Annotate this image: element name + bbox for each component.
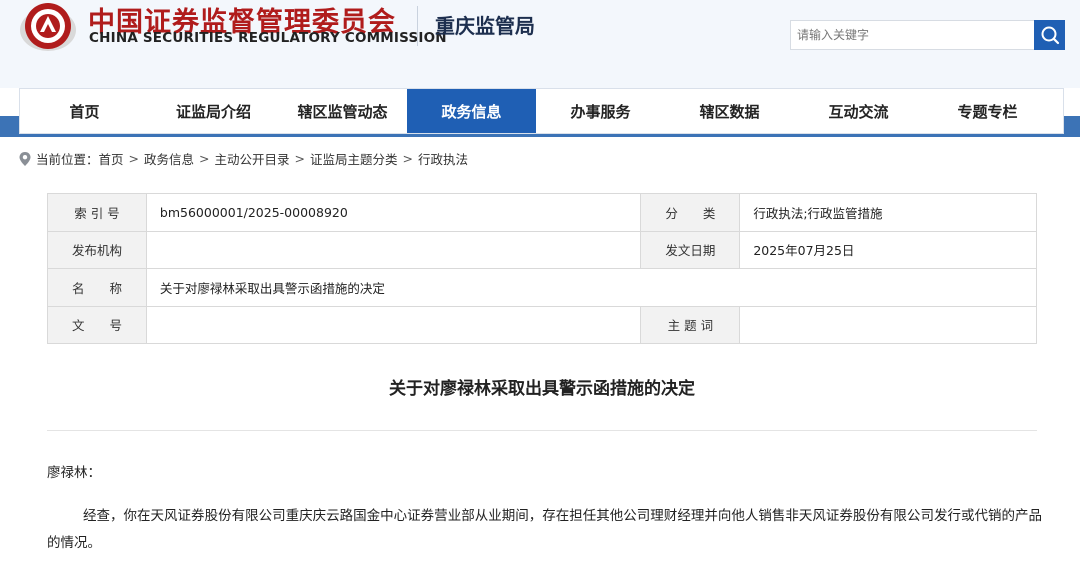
header-divider [417,6,418,46]
issuer-value [145,230,642,269]
breadcrumb-government-info[interactable]: 政务信息 [144,149,194,168]
document-paragraph: 经查，你在天风证券股份有限公司重庆庆云路国金中心证券营业部从业期间，存在担任其他… [47,508,1042,551]
nav-item-home[interactable]: 首页 [20,89,149,133]
breadcrumb-public-catalog[interactable]: 主动公开目录 [215,149,290,168]
name-value: 关于对廖禄林采取出具警示函措施的决定 [145,268,1038,307]
document-salutation: 廖禄林： [47,465,101,481]
issuer-label: 发布机构 [47,230,147,269]
title-divider [47,430,1037,431]
index-value: bm56000001/2025-00008920 [145,193,642,232]
site-header: 中国证券监督管理委员会 CHINA SECURITIES REGULATORY … [0,0,1080,88]
date-label: 发文日期 [640,230,741,269]
nav-item-data[interactable]: 辖区数据 [665,89,794,133]
category-label: 分 类 [640,193,741,232]
nav-item-government-info[interactable]: 政务信息 [407,89,536,133]
logo-english-title: CHINA SECURITIES REGULATORY COMMISSION [89,30,447,46]
nav-item-bureau-intro[interactable]: 证监局介绍 [149,89,278,133]
nav-item-services[interactable]: 办事服务 [536,89,665,133]
category-value: 行政执法;行政监管措施 [739,193,1037,232]
search-input[interactable] [791,21,1035,49]
table-row: 发布机构 发文日期 2025年07月25日 [47,230,1037,269]
breadcrumb-enforcement[interactable]: 行政执法 [418,149,468,168]
nav-item-special-topics[interactable]: 专题专栏 [923,89,1052,133]
breadcrumb: 当前位置： 首页 > 政务信息 > 主动公开目录 > 证监局主题分类 > 行政执… [18,149,468,168]
search-box [790,20,1036,50]
subject-label: 主 题 词 [640,305,741,344]
breadcrumb-separator: > [402,151,414,166]
table-row: 索 引 号 bm56000001/2025-00008920 分 类 行政执法;… [47,193,1037,232]
breadcrumb-prefix: 当前位置： [36,152,99,167]
breadcrumb-topic-category[interactable]: 证监局主题分类 [310,149,398,168]
breadcrumb-separator: > [294,151,306,166]
table-row: 文 号 主 题 词 [47,305,1037,344]
doc-number-label: 文 号 [47,305,147,344]
breadcrumb-separator: > [128,151,140,166]
document-meta-table: 索 引 号 bm56000001/2025-00008920 分 类 行政执法;… [47,193,1038,344]
csrc-emblem-icon [18,2,78,52]
document-title: 关于对廖禄林采取出具警示函措施的决定 [389,379,695,399]
name-label: 名 称 [47,268,147,307]
date-value: 2025年07月25日 [739,230,1037,269]
table-row: 名 称 关于对廖禄林采取出具警示函措施的决定 [47,268,1038,307]
breadcrumb-home[interactable]: 首页 [99,149,124,168]
search-icon [1041,26,1059,45]
doc-number-value [145,305,642,344]
bureau-name: 重庆监管局 [435,14,535,38]
location-pin-icon [19,151,31,166]
main-nav: 首页 证监局介绍 辖区监管动态 政务信息 办事服务 辖区数据 互动交流 专题专栏 [19,88,1064,134]
nav-item-regulatory-news[interactable]: 辖区监管动态 [278,89,407,133]
nav-item-interaction[interactable]: 互动交流 [794,89,923,133]
breadcrumb-separator: > [199,151,210,166]
index-label: 索 引 号 [47,193,147,232]
subject-value [739,305,1037,344]
search-button[interactable] [1034,20,1065,50]
